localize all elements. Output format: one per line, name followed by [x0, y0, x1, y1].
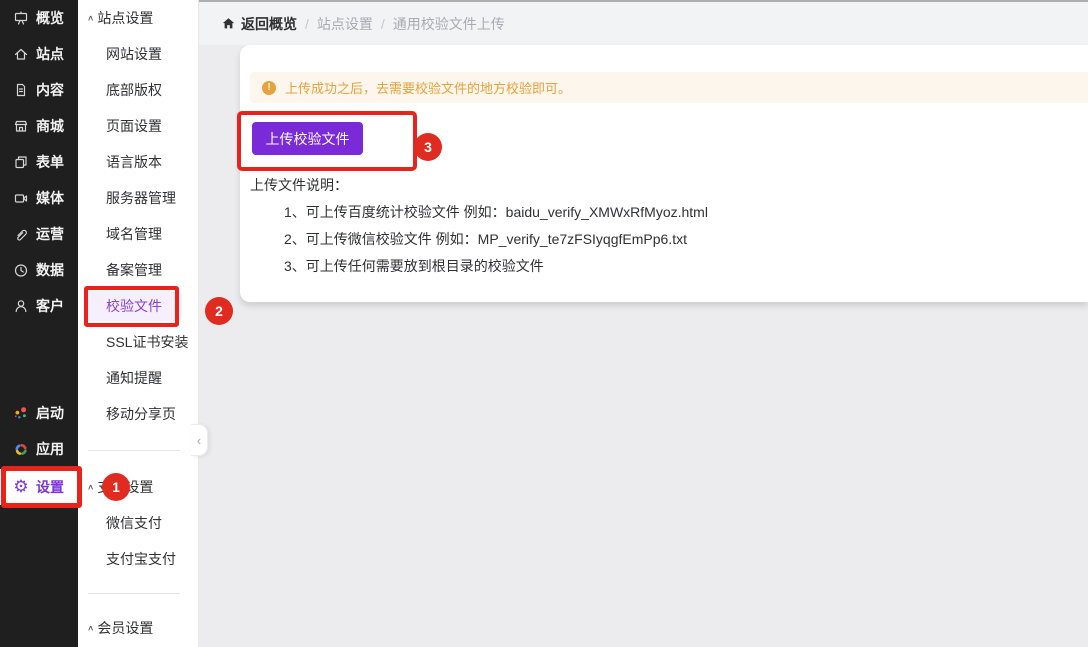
- annotation-badge-3: 3: [414, 133, 442, 161]
- submenu-item-footer-copyright[interactable]: 底部版权: [78, 72, 198, 108]
- instructions-title: 上传文件说明：: [250, 177, 348, 193]
- nav-item-mall[interactable]: 商城: [0, 108, 78, 144]
- upload-verify-file-button[interactable]: 上传校验文件: [252, 122, 363, 155]
- nav-item-site[interactable]: 站点: [0, 36, 78, 72]
- submenu-item-language-version[interactable]: 语言版本: [78, 144, 198, 180]
- submenu-item-alipay[interactable]: 支付宝支付: [78, 541, 198, 577]
- submenu-item-website-settings[interactable]: 网站设置: [78, 36, 198, 72]
- instruction-line: 2、可上传微信校验文件 例如：MP_verify_te7zFSIyqgfEmPp…: [284, 231, 687, 247]
- submenu-item-mobile-share-page[interactable]: 移动分享页: [78, 396, 198, 432]
- nav-label: 客户: [36, 298, 64, 314]
- home-icon: [13, 46, 29, 62]
- annotation-badge-2: 2: [205, 297, 233, 325]
- submenu-divider: [88, 450, 180, 451]
- submenu-divider: [88, 593, 180, 594]
- primary-sidebar-bottom: 启动 应用 ⚙ 设置: [0, 395, 78, 505]
- instruction-line: 1、可上传百度统计校验文件 例如：baidu_verify_XMWxRfMyoz…: [284, 204, 708, 220]
- breadcrumb-separator: /: [305, 15, 309, 32]
- breadcrumb-back-label: 返回概览: [241, 15, 297, 32]
- nav-label: 应用: [36, 441, 64, 457]
- submenu-item-notification[interactable]: 通知提醒: [78, 360, 198, 396]
- clock-icon: [13, 262, 29, 278]
- warning-circle-icon: !: [262, 80, 276, 95]
- media-video-icon: [13, 190, 29, 206]
- alert-message: 上传成功之后，去需要校验文件的地方校验即可。: [285, 81, 572, 96]
- submenu-item-domain-management[interactable]: 域名管理: [78, 216, 198, 252]
- nav-label: 运营: [36, 226, 64, 242]
- nav-item-launch[interactable]: 启动: [0, 395, 78, 431]
- sidebar-collapse-handle[interactable]: ‹: [191, 424, 208, 456]
- submenu-item-verify-file[interactable]: 校验文件: [86, 291, 182, 321]
- launch-dots-icon: [13, 405, 29, 421]
- app-root: 概览 站点 内容 商城 表单 媒体 运营 数据 客户 启动 应用 ⚙ 设置 ∧ …: [0, 0, 1088, 647]
- caret-up-icon: ∧: [87, 623, 95, 633]
- primary-sidebar: 概览 站点 内容 商城 表单 媒体 运营 数据 客户 启动 应用 ⚙ 设置: [0, 0, 78, 647]
- nav-item-settings[interactable]: ⚙ 设置: [0, 469, 78, 505]
- submenu-item-page-settings[interactable]: 页面设置: [78, 108, 198, 144]
- info-alert: ! 上传成功之后，去需要校验文件的地方校验即可。: [250, 72, 1088, 103]
- submenu-section-member-settings[interactable]: ∧ 会员设置: [78, 610, 198, 646]
- home-filled-icon: [222, 17, 235, 30]
- nav-item-overview[interactable]: 概览: [0, 0, 78, 36]
- nav-item-media[interactable]: 媒体: [0, 180, 78, 216]
- nav-label: 表单: [36, 154, 64, 170]
- breadcrumb-back-link[interactable]: 返回概览: [222, 14, 297, 34]
- caret-up-icon: ∧: [87, 13, 95, 23]
- nav-item-operation[interactable]: 运营: [0, 216, 78, 252]
- nav-label: 设置: [36, 479, 64, 495]
- form-copy-icon: [13, 154, 29, 170]
- nav-label: 内容: [36, 82, 64, 98]
- submenu-item-icp-management[interactable]: 备案管理: [78, 252, 198, 288]
- instruction-line: 3、可上传任何需要放到根目录的校验文件: [284, 258, 544, 274]
- submenu-section-site-settings[interactable]: ∧ 站点设置: [78, 0, 198, 36]
- main-area: 返回概览 / 站点设置 / 通用校验文件上传 ! 上传成功之后，去需要校验文件的…: [199, 0, 1088, 647]
- chevron-left-icon: ‹: [196, 432, 202, 448]
- paperclip-icon: [13, 226, 29, 242]
- content-card: ! 上传成功之后，去需要校验文件的地方校验即可。 上传校验文件 上传文件说明： …: [240, 45, 1088, 302]
- apps-pinwheel-icon: [13, 441, 29, 457]
- gear-icon: ⚙: [13, 477, 29, 497]
- nav-item-form[interactable]: 表单: [0, 144, 78, 180]
- nav-label: 概览: [36, 10, 64, 26]
- nav-label: 数据: [36, 262, 64, 278]
- document-icon: [13, 82, 29, 98]
- submenu-section-title: 会员设置: [97, 620, 154, 636]
- submenu-section-payment-settings[interactable]: ∧ 支付设置: [78, 469, 198, 505]
- nav-item-apps[interactable]: 应用: [0, 431, 78, 467]
- nav-label: 媒体: [36, 190, 64, 206]
- submenu-section-title: 站点设置: [97, 10, 154, 26]
- nav-item-content[interactable]: 内容: [0, 72, 78, 108]
- nav-label: 商城: [36, 118, 64, 134]
- nav-label: 启动: [36, 405, 64, 421]
- overview-icon: [13, 10, 29, 26]
- breadcrumb-current-page: 通用校验文件上传: [392, 15, 505, 32]
- submenu-item-ssl-install[interactable]: SSL证书安装: [78, 324, 198, 360]
- store-icon: [13, 118, 29, 134]
- submenu-item-wechat-pay[interactable]: 微信支付: [78, 505, 198, 541]
- nav-item-customer[interactable]: 客户: [0, 288, 78, 324]
- caret-up-icon: ∧: [87, 482, 95, 492]
- customer-icon: [13, 298, 29, 314]
- nav-label: 站点: [36, 46, 64, 62]
- breadcrumb-site-settings[interactable]: 站点设置: [317, 14, 373, 34]
- nav-item-data[interactable]: 数据: [0, 252, 78, 288]
- breadcrumb: 返回概览 / 站点设置 / 通用校验文件上传: [199, 0, 1088, 45]
- annotation-badge-1: 1: [102, 473, 130, 501]
- secondary-sidebar: ∧ 站点设置 网站设置 底部版权 页面设置 语言版本 服务器管理 域名管理 备案…: [78, 0, 199, 647]
- submenu-item-server-management[interactable]: 服务器管理: [78, 180, 198, 216]
- breadcrumb-separator: /: [380, 15, 385, 32]
